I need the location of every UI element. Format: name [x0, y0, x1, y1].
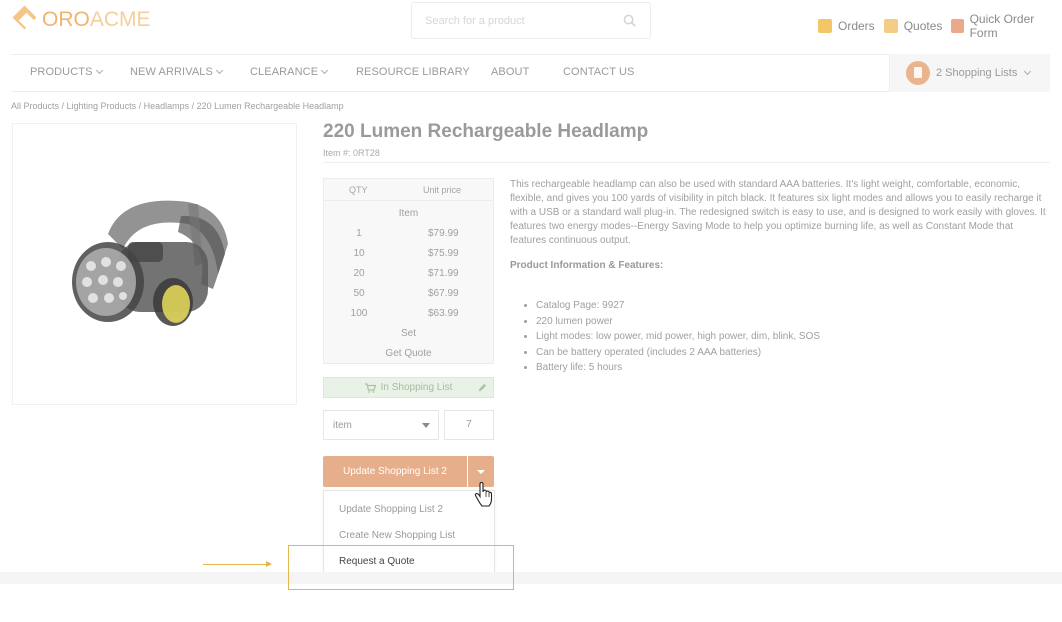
chevron-down-icon	[215, 66, 223, 75]
quick-order-label: Quick Order Form	[969, 12, 1035, 40]
search-icon[interactable]	[623, 14, 636, 27]
logo-mark-icon	[12, 5, 38, 33]
orders-label: Orders	[838, 19, 875, 33]
price-table: QTY Unit price Item 1 $79.99 10 $75.99 20 $…	[323, 178, 494, 364]
features-list: Catalog Page: 9927 220 lumen power Light…	[525, 298, 820, 376]
shopping-list-icon	[906, 61, 930, 85]
unit-item-label: Item	[398, 208, 419, 219]
list-item: Catalog Page: 9927	[536, 298, 820, 314]
product-image	[12, 123, 297, 405]
search-input[interactable]	[412, 3, 612, 38]
nav-item-contact-us[interactable]: CONTACT US	[563, 66, 635, 78]
search-box[interactable]	[411, 2, 651, 39]
annotation-arrow-line	[203, 564, 267, 565]
nav-item-resource-library[interactable]: RESOURCE LIBRARY	[356, 66, 470, 78]
list-item: Can be battery operated (includes 2 AAA …	[536, 345, 820, 361]
item-number: Item #: 0RT28	[323, 148, 380, 158]
in-shopping-list-badge[interactable]: In Shopping List	[323, 377, 494, 398]
annotation-arrow-icon	[266, 561, 272, 567]
caret-down-icon	[422, 423, 430, 428]
menu-item-update-shopping-list[interactable]: Update Shopping List 2	[339, 504, 443, 515]
update-shopping-list-button[interactable]: Update Shopping List 2	[323, 456, 467, 487]
breadcrumb[interactable]: All Products / Lighting Products / Headl…	[11, 101, 344, 111]
price-table-header: QTY Unit price	[324, 179, 493, 201]
shopping-lists-label: 2 Shopping Lists	[936, 67, 1018, 79]
quotes-label: Quotes	[903, 19, 943, 33]
pencil-icon[interactable]	[478, 383, 487, 392]
chevron-down-icon	[1024, 67, 1032, 75]
shopping-lists-widget[interactable]: 2 Shopping Lists	[889, 54, 1050, 92]
cart-icon	[364, 382, 376, 393]
logo[interactable]: OROACME	[12, 5, 151, 34]
quick-order-icon	[951, 19, 964, 33]
unit-select[interactable]: item	[323, 410, 439, 440]
unit-select-value: item	[333, 420, 352, 431]
product-description: This rechargeable headlamp can also be u…	[510, 179, 1046, 246]
highlight-box	[288, 545, 514, 590]
nav-item-products[interactable]: PRODUCTS	[30, 66, 103, 78]
quotes-link[interactable]: Quotes	[883, 19, 943, 33]
headlamp-image	[72, 200, 228, 326]
unit-set-label: Set	[400, 328, 416, 339]
unit-price-header: Unit price	[423, 185, 462, 195]
features-heading: Product Information & Features:	[510, 260, 664, 271]
qty-header: QTY	[349, 185, 368, 195]
quantity-input[interactable]: 7	[444, 410, 494, 440]
orders-icon	[818, 19, 832, 33]
hand-cursor-icon	[474, 482, 493, 507]
caret-down-icon	[477, 470, 485, 474]
menu-item-create-shopping-list[interactable]: Create New Shopping List	[339, 530, 455, 541]
chevron-down-icon	[321, 66, 329, 75]
logo-text: OROACME	[42, 8, 151, 31]
footer-band	[0, 572, 1062, 584]
quotes-icon	[883, 19, 898, 33]
list-item: Battery life: 5 hours	[536, 360, 820, 376]
product-title: 220 Lumen Rechargeable Headlamp	[323, 121, 649, 142]
list-item: 220 lumen power	[536, 314, 820, 330]
header-links: Orders Quotes Quick Order Form	[818, 12, 1062, 40]
get-quote-link[interactable]: Get Quote	[324, 348, 493, 359]
nav-item-about[interactable]: ABOUT	[491, 66, 529, 78]
nav-item-clearance[interactable]: CLEARANCE	[250, 66, 329, 78]
nav-item-new-arrivals[interactable]: NEW ARRIVALS	[130, 66, 223, 78]
chevron-down-icon	[95, 66, 103, 75]
list-item: Light modes: low power, mid power, high …	[536, 329, 820, 345]
in-shopping-list-label: In Shopping List	[380, 382, 453, 393]
title-divider	[323, 162, 1050, 163]
quick-order-form-link[interactable]: Quick Order Form	[951, 12, 1053, 40]
orders-link[interactable]: Orders	[818, 19, 875, 33]
